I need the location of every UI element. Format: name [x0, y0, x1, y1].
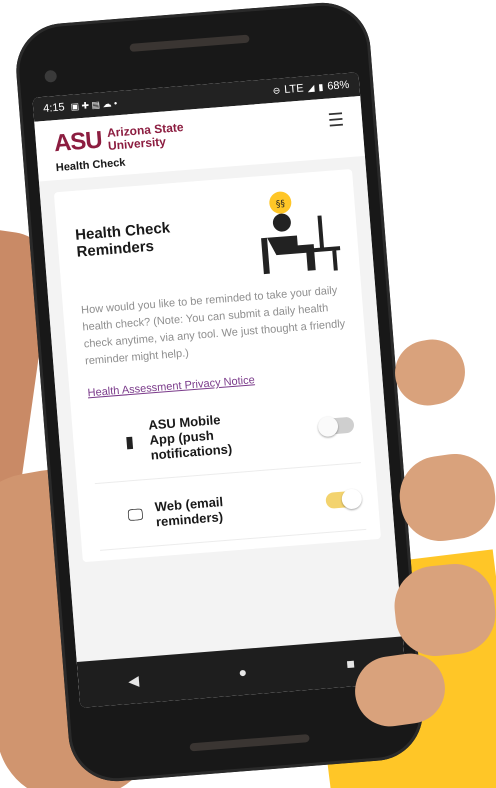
photo-scene: 4:15 ▣ ✚ ▤ ☁ • ⊖ LTE ◢ ▮ 68% ASU Arizona… — [0, 0, 496, 788]
signal-icon: ◢ — [307, 82, 315, 93]
person-at-computer-illustration: §§ — [261, 191, 341, 275]
notification-icon: ▣ ✚ ▤ ☁ • — [70, 97, 118, 112]
reminders-card: Health Check Reminders §§ How would you … — [53, 168, 382, 563]
carrier-label: LTE — [283, 82, 305, 96]
card-title: Health Check Reminders — [74, 219, 171, 261]
mobile-phone-icon: ▮ — [124, 433, 135, 452]
desktop-monitor-icon: 🖵 — [127, 506, 144, 525]
phone-bottom-speaker — [189, 734, 310, 752]
finger — [394, 448, 496, 547]
toggle-knob — [341, 488, 363, 510]
home-icon[interactable]: ● — [238, 664, 248, 681]
battery-icon: ▮ — [317, 81, 324, 92]
card-description: How would you like to be reminded to tak… — [80, 284, 346, 368]
back-icon[interactable]: ◀ — [128, 672, 140, 690]
hamburger-menu-icon[interactable]: ☰ — [321, 107, 351, 134]
web-email-toggle[interactable] — [325, 488, 363, 510]
mobile-app-toggle[interactable] — [317, 415, 355, 437]
main-content: Health Check Reminders §§ How would you … — [38, 155, 406, 692]
dnd-icon: ⊖ — [272, 84, 281, 96]
asu-logo: ASU — [52, 126, 103, 158]
battery-percent: 68% — [326, 78, 350, 93]
finger — [389, 334, 471, 411]
toggle-knob — [317, 415, 339, 437]
status-time: 4:15 — [42, 101, 66, 115]
option-label: Web (email reminders) — [154, 494, 224, 530]
recents-icon[interactable]: ■ — [346, 655, 356, 672]
phone-screen: 4:15 ▣ ✚ ▤ ☁ • ⊖ LTE ◢ ▮ 68% ASU Arizona… — [32, 72, 407, 708]
svg-text:§§: §§ — [276, 199, 286, 210]
option-label: ASU Mobile App (push notifications) — [147, 412, 233, 463]
front-camera — [44, 69, 58, 83]
phone-speaker — [129, 34, 250, 52]
